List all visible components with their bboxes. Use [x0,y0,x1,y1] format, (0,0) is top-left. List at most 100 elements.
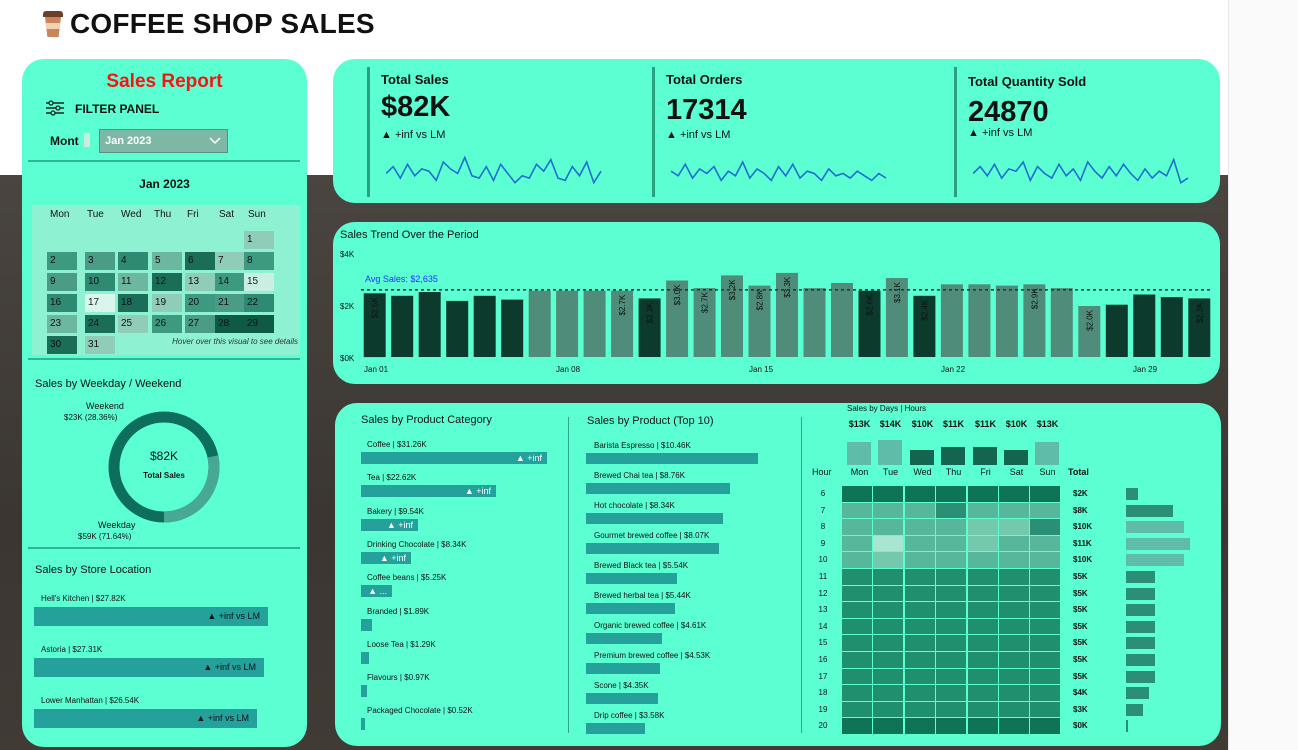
heatmap-cell[interactable] [842,618,872,635]
heatmap-cell[interactable] [873,519,903,535]
calendar-day[interactable]: 9 [47,273,77,291]
heatmap-cell[interactable] [1030,569,1060,585]
calendar-day[interactable]: 3 [85,252,115,270]
calendar-day[interactable]: 22 [244,294,274,312]
heatmap-cell[interactable] [842,685,872,701]
product-bar[interactable] [586,603,675,614]
category-bar[interactable]: ▲ ... [361,585,392,597]
hour-total-bar[interactable] [1126,588,1155,600]
heatmap-cell[interactable] [1030,652,1060,668]
heatmap-cell[interactable] [999,618,1029,635]
heatmap-cell[interactable] [999,552,1029,568]
kpi-sparkline[interactable] [386,155,611,195]
hour-total-bar[interactable] [1126,604,1155,616]
product-bar[interactable] [586,663,660,674]
hour-total-bar[interactable] [1126,505,1173,517]
category-bar[interactable] [361,685,367,697]
category-bar[interactable]: ▲ +inf [361,485,496,497]
heatmap-cell[interactable] [873,685,903,701]
hour-total-bar[interactable] [1126,687,1149,699]
heatmap-cell[interactable] [936,718,966,734]
heatmap-cell[interactable] [968,486,998,502]
category-bar[interactable] [361,652,369,664]
heatmap-cell[interactable] [905,668,935,685]
heatmap-cell[interactable] [842,652,872,668]
heatmap-cell[interactable] [968,635,998,651]
heatmap-cell[interactable] [905,552,935,568]
category-bar[interactable]: ▲ +inf [361,519,418,531]
hour-total-bar[interactable] [1126,621,1155,633]
calendar-day[interactable]: 20 [185,294,215,312]
day-total-bar[interactable] [973,447,997,465]
heatmap-cell[interactable] [968,602,998,618]
heatmap-cell[interactable] [873,502,903,519]
heatmap-cell[interactable] [842,585,872,602]
heatmap-cell[interactable] [968,535,998,552]
trend-bar[interactable] [995,285,1018,357]
trend-bar[interactable] [831,283,853,357]
trend-bar[interactable] [583,290,606,357]
heatmap-cell[interactable] [968,585,998,602]
trend-bar[interactable] [940,284,963,357]
heatmap-cell[interactable] [936,701,966,718]
heatmap-cell[interactable] [999,668,1029,685]
heatmap-cell[interactable] [905,502,935,519]
heatmap-cell[interactable] [873,602,903,618]
heatmap-cell[interactable] [999,535,1029,552]
trend-bar[interactable] [528,290,551,357]
trend-bar[interactable] [556,290,579,357]
heatmap-cell[interactable] [905,718,935,734]
heatmap-cell[interactable] [905,701,935,718]
calendar-day[interactable]: 23 [47,315,77,333]
hour-total-bar[interactable] [1126,521,1184,533]
hour-total-bar[interactable] [1126,654,1155,666]
heatmap-cell[interactable] [968,685,998,701]
trend-bar[interactable] [446,300,469,357]
trend-bar[interactable] [1050,288,1073,357]
day-total-bar[interactable] [1035,442,1059,465]
trend-bar[interactable] [803,288,826,357]
heatmap-cell[interactable] [842,486,872,502]
trend-bar[interactable] [501,299,524,357]
heatmap-cell[interactable] [936,486,966,502]
calendar-day[interactable]: 16 [47,294,77,312]
day-total-bar[interactable] [941,447,965,465]
calendar-day[interactable]: 31 [85,336,115,354]
calendar-day[interactable]: 13 [185,273,215,291]
heatmap-cell[interactable] [1030,486,1060,502]
calendar-day[interactable]: 15 [244,273,274,291]
heatmap-cell[interactable] [905,585,935,602]
product-bar[interactable] [586,543,719,554]
heatmap-cell[interactable] [999,502,1029,519]
heatmap-cell[interactable] [1030,502,1060,519]
kpi-sparkline[interactable] [973,155,1198,195]
heatmap-cell[interactable] [1030,685,1060,701]
heatmap-cell[interactable] [873,535,903,552]
store-bar[interactable]: ▲ +inf vs LM [34,658,264,677]
heatmap-cell[interactable] [936,569,966,585]
product-bar[interactable] [586,453,758,464]
trend-bar[interactable] [968,284,991,357]
trend-bar[interactable] [1105,304,1128,357]
heatmap-cell[interactable] [936,652,966,668]
heatmap-cell[interactable] [842,668,872,685]
kpi-sparkline[interactable] [671,155,896,195]
heatmap-cell[interactable] [968,552,998,568]
heatmap-cell[interactable] [968,502,998,519]
calendar-day[interactable]: 1 [244,231,274,249]
calendar-day[interactable]: 30 [47,336,77,354]
heatmap-cell[interactable] [936,668,966,685]
heatmap-cell[interactable] [999,569,1029,585]
heatmap-cell[interactable] [905,635,935,651]
heatmap-cell[interactable] [905,535,935,552]
calendar-day[interactable]: 8 [244,252,274,270]
heatmap-cell[interactable] [1030,602,1060,618]
heatmap-cell[interactable] [999,635,1029,651]
trend-bar[interactable] [391,295,414,357]
calendar-day[interactable]: 5 [152,252,182,270]
heatmap-cell[interactable] [873,652,903,668]
trend-bar[interactable] [473,295,496,357]
hour-total-bar[interactable] [1126,554,1184,566]
heatmap-cell[interactable] [905,486,935,502]
filter-sliders-icon[interactable] [45,100,65,116]
